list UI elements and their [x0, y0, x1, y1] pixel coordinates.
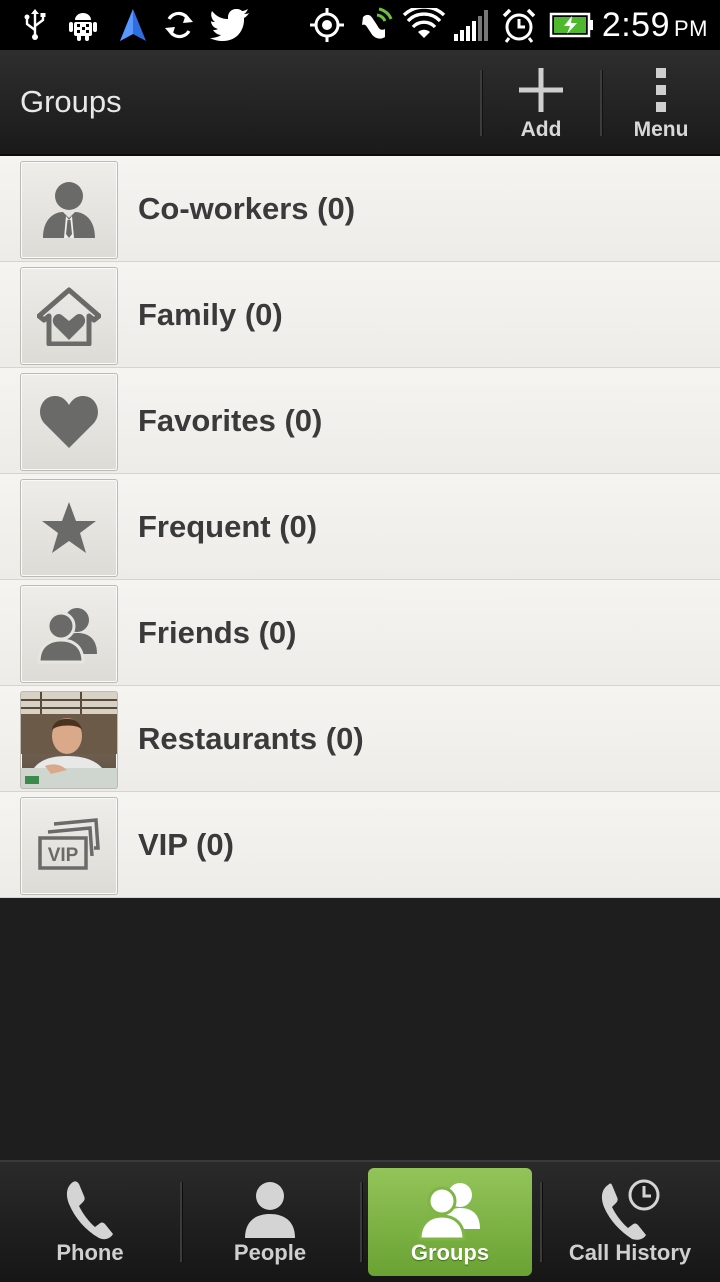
group-row-frequent[interactable]: Frequent (0)	[0, 474, 720, 580]
group-name: Restaurants (0)	[138, 721, 364, 756]
group-row-friends[interactable]: Friends (0)	[0, 580, 720, 686]
tab-call-history[interactable]: Call History	[540, 1162, 720, 1282]
phone-icon	[0, 1176, 180, 1244]
vip-ticket-icon: VIP	[20, 797, 118, 895]
group-row-family[interactable]: Family (0)	[0, 262, 720, 368]
star-icon	[20, 479, 118, 577]
tab-label: Groups	[410, 1240, 490, 1265]
group-list: Co-workers (0) Family (0) Favorites (0) …	[0, 156, 720, 898]
wifi-icon	[402, 8, 446, 42]
group-name: Co-workers (0)	[138, 191, 356, 226]
page-title: Groups	[20, 84, 122, 119]
group-row-restaurants[interactable]: Restaurants (0)	[0, 686, 720, 792]
navigation-icon	[116, 8, 150, 42]
tab-label: Phone	[56, 1240, 124, 1265]
heart-icon	[20, 373, 118, 471]
add-group-button[interactable]: Add	[482, 50, 600, 154]
house-heart-icon	[20, 267, 118, 365]
status-clock: 2:59 PM	[601, 6, 708, 44]
group-name: VIP (0)	[138, 827, 234, 862]
status-bar: 2:59 PM	[0, 0, 720, 50]
tab-groups[interactable]: Groups	[368, 1168, 532, 1276]
tab-people[interactable]: People	[180, 1162, 360, 1282]
group-row-vip[interactable]: VIP VIP (0)	[0, 792, 720, 898]
groups-icon	[368, 1176, 532, 1244]
group-name: Friends (0)	[138, 615, 297, 650]
nfc-icon	[356, 7, 394, 42]
tab-label: Call History	[568, 1240, 692, 1265]
twitter-icon	[208, 8, 252, 42]
group-row-coworkers[interactable]: Co-workers (0)	[0, 156, 720, 262]
sync-icon	[160, 8, 198, 42]
tab-phone[interactable]: Phone	[0, 1162, 180, 1282]
group-name: Family (0)	[138, 297, 283, 332]
person-icon	[180, 1176, 360, 1244]
divider	[360, 1182, 362, 1262]
coworker-icon	[20, 161, 118, 259]
friends-icon	[20, 585, 118, 683]
alarm-icon	[500, 8, 538, 43]
menu-button[interactable]: Menu	[602, 50, 720, 154]
group-name: Favorites (0)	[138, 403, 323, 438]
group-photo	[20, 691, 118, 789]
signal-icon	[452, 8, 490, 42]
android-debug-icon	[64, 8, 102, 42]
group-name: Frequent (0)	[138, 509, 318, 544]
gps-icon	[308, 8, 346, 42]
battery-charging-icon	[548, 8, 596, 42]
overflow-menu-icon	[602, 64, 720, 116]
add-label: Add	[520, 118, 562, 141]
plus-icon	[482, 64, 600, 116]
bottom-tab-bar: Phone People Groups Call History	[0, 1160, 720, 1282]
tab-label: People	[233, 1240, 307, 1265]
usb-icon	[20, 8, 50, 42]
call-history-icon	[540, 1176, 720, 1244]
menu-label: Menu	[633, 118, 689, 141]
action-bar: Groups Add Menu	[0, 50, 720, 156]
empty-area	[0, 898, 720, 1160]
svg-text:VIP: VIP	[48, 845, 79, 866]
group-row-favorites[interactable]: Favorites (0)	[0, 368, 720, 474]
